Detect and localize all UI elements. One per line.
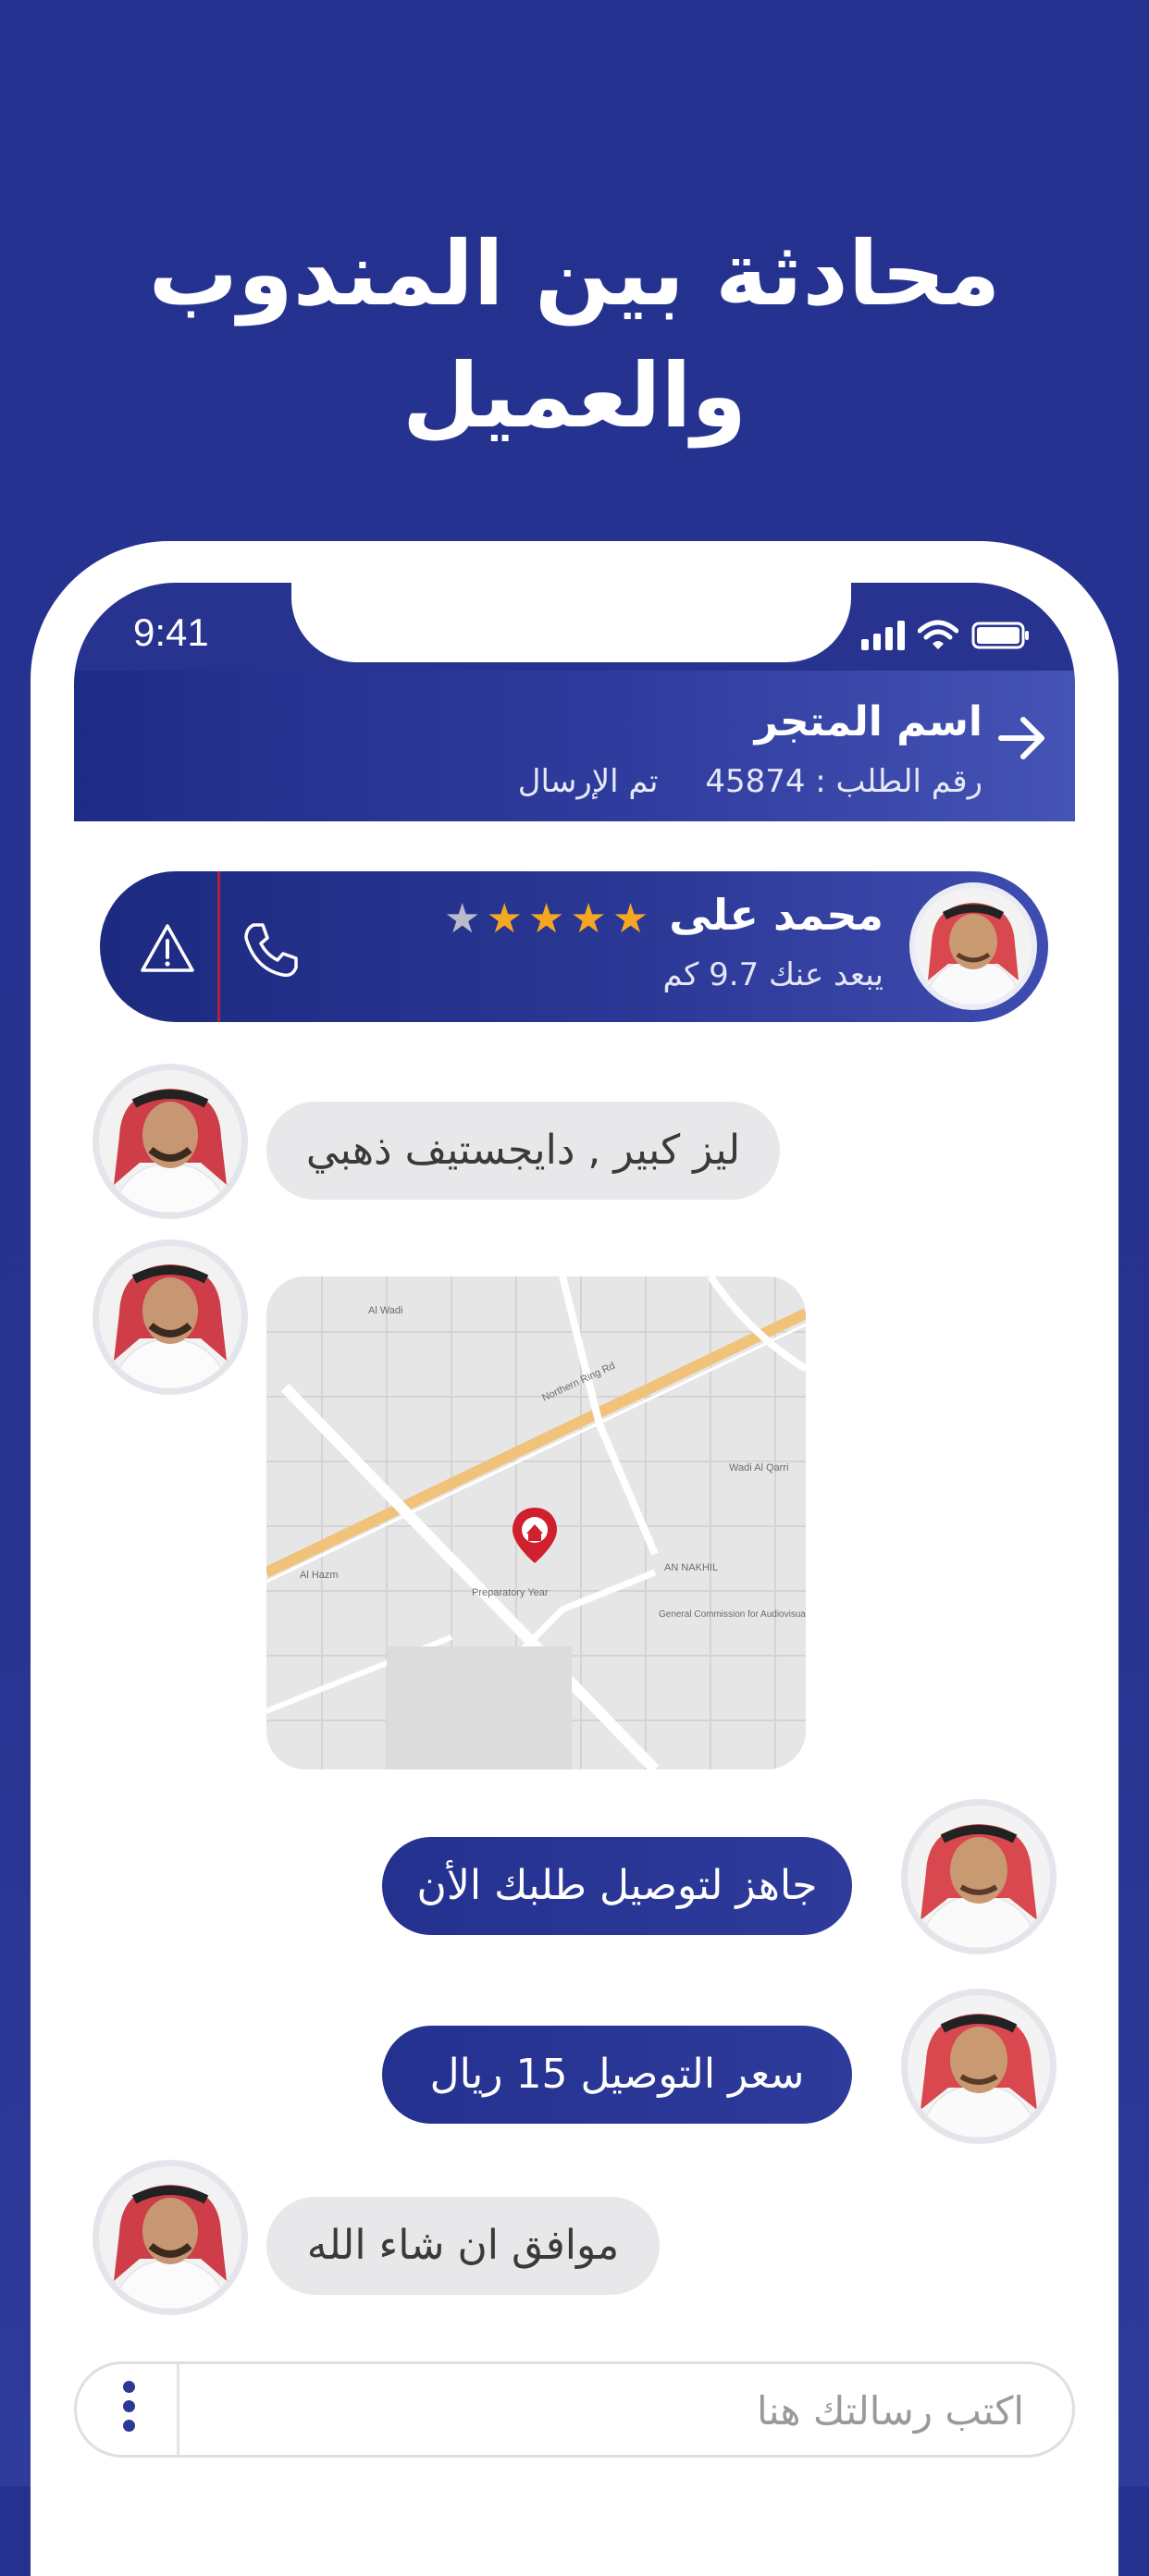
warning-icon[interactable] [139,922,196,974]
map-label: AN NAKHIL [664,1562,718,1573]
order-number: رقم الطلب : 45874 [705,763,982,800]
rating-stars: ★ ★ ★ ★ ★ [444,899,649,940]
message-bubble-incoming: موافق ان شاء الله [266,2197,660,2295]
status-icons [861,620,1031,651]
status-time: 9:41 [133,610,209,654]
customer-avatar [93,1064,248,1219]
battery-icon [971,622,1029,649]
map-label: General Commission for Audiovisual Media [659,1609,806,1620]
status-bar: 9:41 [74,583,1075,671]
map-label: Al Hazm [300,1570,339,1581]
wifi-icon [918,620,958,649]
location-map[interactable]: Northern Ring Rd Al Wadi Preparatory Yea… [266,1276,806,1769]
more-vertical-icon[interactable] [123,2381,136,2439]
phone-icon[interactable] [239,918,303,982]
notch [291,583,851,662]
message-input[interactable] [227,2364,1026,2457]
star-filled-icon: ★ [527,895,565,943]
map-label: Wadi Al Qarri [729,1462,788,1473]
signal-icon [861,621,905,650]
headline-line-1: محادثة بين المندوب [148,222,1001,326]
driver-card: محمد على ★ ★ ★ ★ ★ يبعد عنك 9.7 كم [100,871,1048,1022]
driver-name: محمد على [669,890,883,940]
star-empty-icon: ★ [444,895,481,943]
star-filled-icon: ★ [612,895,649,943]
map-label: Preparatory Year [472,1587,549,1598]
message-composer [74,2361,1075,2458]
star-filled-icon: ★ [570,895,607,943]
promo-headline: محادثة بين المندوب والعميل [0,213,1149,457]
map-label: Al Wadi [368,1305,403,1316]
headline-line-2: والعميل [402,344,747,448]
driver-avatar [901,1799,1056,1954]
arrow-right-icon[interactable] [990,706,1055,770]
message-bubble-outgoing: سعر التوصيل 15 ريال [382,2026,852,2124]
order-info: رقم الطلب : 45874 تم الإرسال [518,763,982,800]
driver-avatar [901,1989,1056,2144]
message-bubble-outgoing: جاهز لتوصيل طلبك الأن [382,1837,852,1935]
message-bubble-incoming: ليز كبير , دايجستيف ذهبي [266,1102,780,1200]
card-divider [217,871,220,1022]
star-filled-icon: ★ [486,895,523,943]
driver-distance: يبعد عنك 9.7 كم [662,956,884,993]
customer-avatar [93,1239,248,1395]
composer-divider [177,2364,179,2455]
store-name: اسم المتجر [754,698,982,746]
customer-avatar [93,2160,248,2315]
chat-screen: 9:41 اسم المتجر رقم الطلب : 45874 تم الإ [74,583,1075,2534]
order-status: تم الإرسال [517,763,659,800]
chat-header: اسم المتجر رقم الطلب : 45874 تم الإرسال [74,671,1075,821]
driver-avatar [909,882,1037,1010]
